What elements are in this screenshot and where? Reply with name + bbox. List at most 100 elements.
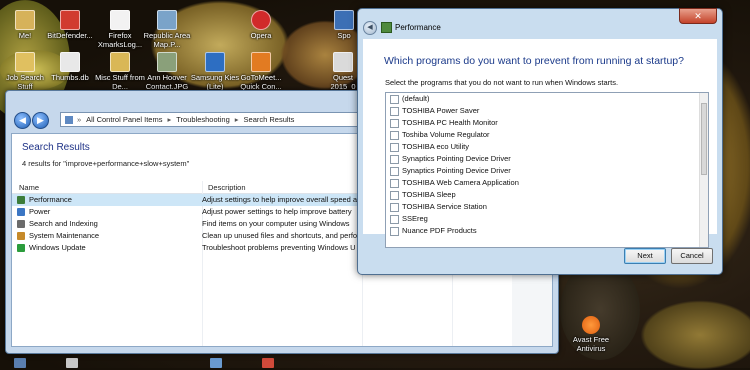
page-title: Search Results (22, 142, 90, 153)
performance-icon (381, 22, 392, 33)
item-description: Clean up unused files and shortcuts, and… (202, 231, 358, 240)
breadcrumb-separator-icon: ▸ (234, 115, 239, 124)
desktop-icon[interactable]: Avast Free Antivirus (566, 316, 616, 353)
item-description: Find items on your computer using Window… (202, 219, 350, 228)
list-item[interactable]: TOSHIBA PC Health Monitor (386, 117, 708, 129)
folder-icon (15, 10, 35, 30)
checkbox[interactable] (390, 179, 399, 188)
dialog-footer: Next Cancel (363, 236, 717, 270)
desktop-icon[interactable]: Job Search Stuff (0, 52, 50, 91)
list-item[interactable]: (default) (386, 93, 708, 105)
app-icon[interactable] (66, 358, 78, 368)
desktop-icon-label: Ann Hoover Contact.JPG (145, 73, 189, 91)
desktop-icon-label: Avast Free Antivirus (572, 335, 610, 353)
performance-dialog[interactable]: ✕ ◀ Performance Which programs do you wa… (357, 8, 723, 275)
list-item[interactable]: TOSHIBA Power Saver (386, 105, 708, 117)
breadcrumb-item[interactable]: Search Results (244, 115, 295, 124)
folder-icon (110, 52, 130, 72)
checkbox[interactable] (390, 155, 399, 164)
desktop-icon-label: Opera (250, 31, 272, 40)
checkbox[interactable] (390, 227, 399, 236)
checkbox[interactable] (390, 95, 399, 104)
control-panel-icon (65, 115, 73, 124)
performance-icon (17, 196, 25, 204)
checkbox[interactable] (390, 203, 399, 212)
desktop-icon[interactable]: Me! (0, 10, 50, 40)
windows-update-icon (17, 244, 25, 252)
program-label: TOSHIBA Sleep (402, 190, 456, 199)
checkbox[interactable] (390, 191, 399, 200)
program-label: Synaptics Pointing Device Driver (402, 154, 511, 163)
close-icon[interactable]: ✕ (679, 8, 717, 24)
cancel-button[interactable]: Cancel (671, 248, 713, 264)
checkbox[interactable] (390, 131, 399, 140)
desktop-icon[interactable]: Ann Hoover Contact.JPG (142, 52, 192, 91)
desktop-icon-label: Misc Stuff from De... (95, 73, 145, 91)
samsung-kies-icon (205, 52, 225, 72)
vertical-scrollbar[interactable] (699, 93, 708, 247)
desktop-icon[interactable]: Opera (236, 10, 286, 40)
scrollbar-thumb[interactable] (701, 103, 707, 175)
item-name: Search and Indexing (29, 219, 98, 228)
avast-icon (582, 316, 600, 334)
opera-icon (251, 10, 271, 30)
desktop-icon[interactable]: Misc Stuff from De... (95, 52, 145, 91)
program-label: Nuance PDF Products (402, 226, 477, 235)
program-label: Synaptics Pointing Device Driver (402, 166, 511, 175)
desktop-icon-label: Me! (18, 31, 32, 40)
image-file-icon (157, 10, 177, 30)
next-button[interactable]: Next (624, 248, 666, 264)
desktop-icon[interactable]: Thumbs.db (45, 52, 95, 82)
list-item[interactable]: Synaptics Pointing Device Driver (386, 165, 708, 177)
dialog-body: Which programs do you want to prevent fr… (363, 39, 717, 248)
back-arrow-icon[interactable]: ◀ (363, 21, 377, 35)
startup-programs-list[interactable]: (default) TOSHIBA Power Saver TOSHIBA PC… (385, 92, 709, 248)
desktop-icon[interactable]: Quest 2015_0 (328, 52, 358, 91)
app-icon (334, 10, 354, 30)
breadcrumb-separator-icon: » (77, 115, 82, 124)
column-header-name[interactable]: Name (19, 183, 39, 192)
desktop-icon[interactable]: Spo (330, 10, 358, 40)
back-arrow-icon[interactable]: ◀ (14, 112, 31, 129)
list-item[interactable]: SSEreg (386, 213, 708, 225)
desktop-icon[interactable]: Republic Area Map.P... (142, 10, 192, 49)
desktop-icon-label: Job Search Stuff (6, 73, 44, 91)
desktop-icon-label: Firefox XmarksLog... (97, 31, 143, 49)
checkbox[interactable] (390, 119, 399, 128)
list-item[interactable]: TOSHIBA Service Station (386, 201, 708, 213)
app-icon[interactable] (14, 358, 26, 368)
desktop-icon-label: Thumbs.db (51, 73, 89, 82)
app-icon[interactable] (262, 358, 274, 368)
desktop-icon[interactable]: Samsung Kies (Lite) (190, 52, 240, 91)
list-item[interactable]: Toshiba Volume Regulator (386, 129, 708, 141)
item-name: Performance (29, 195, 72, 204)
column-header-description[interactable]: Description (208, 183, 246, 192)
program-label: Toshiba Volume Regulator (402, 130, 490, 139)
list-item[interactable]: Synaptics Pointing Device Driver (386, 153, 708, 165)
forward-arrow-icon[interactable]: ▶ (32, 112, 49, 129)
dialog-instructions: Select the programs that you do not want… (385, 78, 619, 87)
list-item[interactable]: TOSHIBA Sleep (386, 189, 708, 201)
power-icon (17, 208, 25, 216)
checkbox[interactable] (390, 167, 399, 176)
program-label: TOSHIBA Service Station (402, 202, 487, 211)
checkbox[interactable] (390, 143, 399, 152)
breadcrumb-item[interactable]: All Control Panel Items (86, 115, 162, 124)
checkbox[interactable] (390, 107, 399, 116)
search-icon (17, 220, 25, 228)
program-label: TOSHIBA Power Saver (402, 106, 480, 115)
bitdefender-icon (60, 10, 80, 30)
file-icon (333, 52, 353, 72)
app-icon[interactable] (210, 358, 222, 368)
desktop-icon[interactable]: GoToMeet... Quick Con... (236, 52, 286, 91)
desktop-icon-label: Quest 2015_0 (330, 73, 356, 91)
desktop-icon[interactable]: BitDefender... (45, 10, 95, 40)
program-label: TOSHIBA PC Health Monitor (402, 118, 498, 127)
desktop-icon-label: BitDefender... (47, 31, 93, 40)
breadcrumb-item[interactable]: Troubleshooting (176, 115, 230, 124)
list-item[interactable]: TOSHIBA Web Camera Application (386, 177, 708, 189)
program-label: TOSHIBA Web Camera Application (402, 178, 519, 187)
desktop-icon[interactable]: Firefox XmarksLog... (95, 10, 145, 49)
checkbox[interactable] (390, 215, 399, 224)
list-item[interactable]: TOSHIBA eco Utility (386, 141, 708, 153)
